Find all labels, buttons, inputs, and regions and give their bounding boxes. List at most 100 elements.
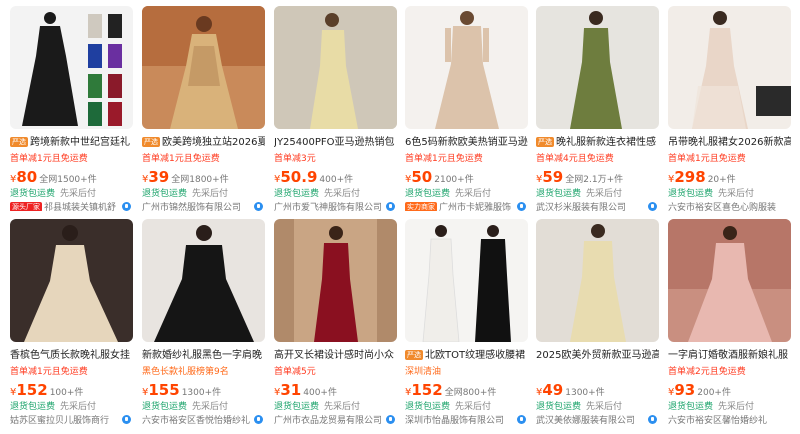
- price: 50: [411, 168, 433, 186]
- product-image[interactable]: [10, 219, 133, 342]
- product-image[interactable]: [142, 219, 265, 342]
- source-factory-badge: 源头厂家: [10, 202, 42, 211]
- sales-count: 全网1500+件: [39, 175, 97, 185]
- sales-count: 2100+件: [434, 175, 474, 185]
- service-row: 退货包运费 先采后付: [668, 402, 755, 412]
- chat-icon[interactable]: [517, 202, 526, 211]
- product-title[interactable]: 严选 欧美跨境独立站2026夏: [142, 136, 265, 150]
- strength-merchant-badge: 实力商家: [405, 202, 437, 211]
- product-card[interactable]: 2025欧美外贸新款亚马逊高 ¥49 1300+件 退货包运费 先采后付 武汉美依娜…: [536, 219, 659, 424]
- service-row: 退货包运费 先采后付: [10, 189, 97, 199]
- service-row: 退货包运费 先采后付: [142, 189, 229, 199]
- product-title[interactable]: 一字肩订婚敬酒服新娘礼服: [668, 349, 791, 363]
- shop-name[interactable]: 武汉杉米服装有限公司: [536, 202, 659, 211]
- product-title[interactable]: 严选 跨境新款中世纪宫廷礼: [10, 136, 133, 150]
- product-card[interactable]: 严选 晚礼服新款连衣裙性感 首单减4元且免运费 ¥59 全网2.1万+件 退货包运费…: [536, 6, 659, 211]
- product-image[interactable]: [142, 6, 265, 129]
- product-card[interactable]: 严选 跨境新款中世纪宫廷礼 首单减1元且免运费 ¥80 全网1500+件 退货包运费…: [10, 6, 133, 211]
- promo-text: 深圳清油: [405, 367, 442, 377]
- shop-name[interactable]: 深圳市怡晶服饰有限公司: [405, 415, 528, 424]
- shop-name[interactable]: 源头厂家 祁县城装关镇机舒: [10, 202, 133, 211]
- product-card[interactable]: 高开叉长裙设计感时尚小众 首单减5元 ¥31 400+件 退货包运费 先采后付 广州…: [274, 219, 397, 424]
- service-row: 退货包运费 先采后付: [536, 189, 623, 199]
- product-title[interactable]: 新款婚纱礼服黑色一字肩晚: [142, 349, 265, 363]
- product-grid: 严选 跨境新款中世纪宫廷礼 首单减1元且免运费 ¥80 全网1500+件 退货包运费…: [0, 0, 800, 434]
- product-card[interactable]: JY25400PFO亚马逊热销包 首单减3元 ¥50.9 400+件 退货包运费先…: [274, 6, 397, 211]
- sales-count: 20+件: [707, 175, 736, 185]
- product-image[interactable]: [536, 6, 659, 129]
- product-title[interactable]: 严选 北欧TOT纹理感收腰裙: [405, 349, 528, 363]
- product-title[interactable]: 6色5码新款欧美热销亚马逊: [405, 136, 528, 150]
- price-row: ¥80 全网1500+件: [10, 168, 97, 186]
- promo-text: 首单减3元: [274, 154, 316, 164]
- price-row: ¥152 100+件: [10, 381, 84, 399]
- shop-name[interactable]: 六安市裕安区喜色心购服装: [668, 202, 791, 211]
- product-card[interactable]: 新款婚纱礼服黑色一字肩晚 黑色长款礼服榜第9名 ¥155 1300+件 退货包运费…: [142, 219, 265, 424]
- product-title[interactable]: JY25400PFO亚马逊热销包: [274, 136, 397, 150]
- shop-name[interactable]: 武汉美依娜服装有限公司: [536, 415, 659, 424]
- shop-name[interactable]: 实力商家 广州市卡妮雅服饰: [405, 202, 528, 211]
- product-image[interactable]: [536, 219, 659, 342]
- shop-name[interactable]: 姑苏区蜜拉贝儿服饰商行: [10, 415, 133, 424]
- service-row: 退货包运费 先采后付: [274, 189, 361, 199]
- service-row: 退货包运费 先采后付: [405, 402, 492, 412]
- chat-icon[interactable]: [122, 202, 131, 211]
- shop-name[interactable]: 广州市衣品龙贸易有限公司: [274, 415, 397, 424]
- price: 31: [280, 381, 302, 399]
- sales-count: 400+件: [319, 175, 354, 185]
- product-title[interactable]: 严选 晚礼服新款连衣裙性感: [536, 136, 659, 150]
- tag-badge: 严选: [10, 137, 28, 147]
- product-image[interactable]: [274, 6, 397, 129]
- service-row: 退货包运费 先采后付: [274, 402, 361, 412]
- product-card[interactable]: 严选 北欧TOT纹理感收腰裙 深圳清油 ¥152 全网800+件 退货包运费 先采后付…: [405, 219, 528, 424]
- shop-name[interactable]: 六安市裕安区馨怡婚纱礼: [668, 415, 791, 424]
- product-image[interactable]: [405, 6, 528, 129]
- product-card[interactable]: 一字肩订婚敬酒服新娘礼服 首单减2元且免运费 ¥93 200+件 退货包运费 先采后…: [668, 219, 791, 424]
- chat-icon[interactable]: [648, 415, 657, 424]
- price: 93: [674, 381, 696, 399]
- shop-name[interactable]: 广州市爱飞神服饰有限公司: [274, 202, 397, 211]
- chat-icon[interactable]: [517, 415, 526, 424]
- chat-icon[interactable]: [254, 415, 263, 424]
- product-title[interactable]: 吊带晚礼服裙女2026新款高: [668, 136, 791, 150]
- product-card[interactable]: 香槟色气质长款晚礼服女挂 首单减1元且免运费 ¥152 100+件 退货包运费 先采…: [10, 219, 133, 424]
- promo-text: 首单减2元且免运费: [668, 367, 746, 377]
- price-row: ¥50 2100+件: [405, 168, 474, 186]
- sales-count: 全网2.1万+件: [565, 175, 624, 185]
- product-card[interactable]: 6色5码新款欧美热销亚马逊 首单减1元且免运费 ¥50 2100+件 退货包运费先…: [405, 6, 528, 211]
- product-image[interactable]: [274, 219, 397, 342]
- chat-icon[interactable]: [254, 202, 263, 211]
- price: 39: [148, 168, 170, 186]
- product-image[interactable]: [405, 219, 528, 342]
- service-row: 退货包运费 先采后付: [536, 402, 623, 412]
- promo-text: 首单减4元且免运费: [536, 154, 614, 164]
- sales-count: 1300+件: [181, 388, 222, 398]
- chat-icon[interactable]: [386, 202, 395, 211]
- product-title[interactable]: 高开叉长裙设计感时尚小众: [274, 349, 397, 363]
- promo-text: 首单减1元且免运费: [142, 154, 220, 164]
- product-image[interactable]: [10, 6, 133, 129]
- shop-name[interactable]: 广州市锦然服饰有限公司: [142, 202, 265, 211]
- product-image[interactable]: [668, 219, 791, 342]
- shop-name[interactable]: 六安市裕安区香悦怡婚纱礼: [142, 415, 265, 424]
- sales-count: 200+件: [697, 388, 731, 398]
- price-row: ¥31 400+件: [274, 381, 337, 399]
- product-title[interactable]: 2025欧美外贸新款亚马逊高: [536, 349, 659, 363]
- tag-badge: 严选: [536, 137, 554, 147]
- price-row: ¥155 1300+件: [142, 381, 222, 399]
- promo-text: 首单减1元且免运费: [10, 154, 88, 164]
- promo-text: 首单减1元且免运费: [668, 154, 746, 164]
- product-title[interactable]: 香槟色气质长款晚礼服女挂: [10, 349, 133, 363]
- chat-icon[interactable]: [386, 415, 395, 424]
- chat-icon[interactable]: [122, 415, 131, 424]
- price: 298: [674, 168, 706, 186]
- service-row: 退货包运费 先采后付: [10, 402, 97, 412]
- product-image[interactable]: [668, 6, 791, 129]
- product-card[interactable]: 严选 欧美跨境独立站2026夏 首单减1元且免运费 ¥39 全网1800+件 退货包…: [142, 6, 265, 211]
- product-card[interactable]: 吊带晚礼服裙女2026新款高 首单减1元且免运费 ¥298 20+件 退货包运费先…: [668, 6, 791, 211]
- chat-icon[interactable]: [648, 202, 657, 211]
- price-row: ¥49 1300+件: [536, 381, 605, 399]
- tag-badge: 严选: [405, 350, 423, 360]
- promo-text: 首单减1元且免运费: [405, 154, 483, 164]
- price-row: ¥50.9 400+件: [274, 168, 354, 186]
